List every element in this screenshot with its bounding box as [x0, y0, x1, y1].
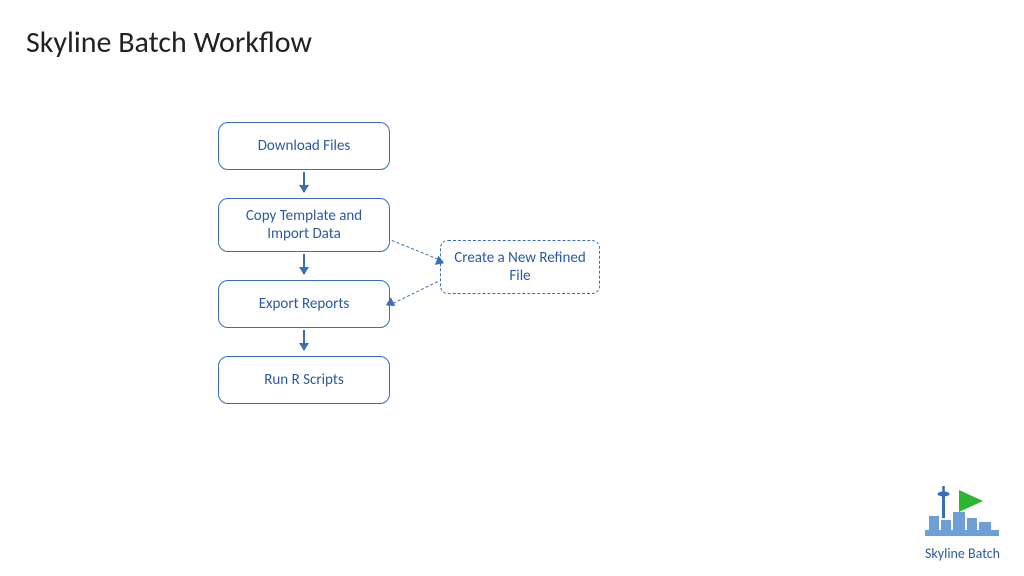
page-title: Skyline Batch Workflow — [26, 24, 312, 61]
box-run-r-scripts: Run R Scripts — [218, 356, 390, 404]
box-download-files: Download Files — [218, 122, 390, 170]
arrow-copy-to-export — [303, 254, 305, 274]
box-label: Create a New Refined File — [447, 249, 593, 285]
arrow-download-to-copy — [303, 172, 305, 192]
logo-label: Skyline Batch — [925, 545, 1000, 562]
box-label: Copy Template and Import Data — [225, 207, 383, 243]
logo: Skyline Batch — [925, 486, 1000, 562]
box-label: Download Files — [258, 137, 351, 155]
box-refined-file: Create a New Refined File — [440, 240, 600, 294]
box-copy-template: Copy Template and Import Data — [218, 198, 390, 252]
dashed-arrow-copy-to-refined — [392, 240, 443, 262]
box-label: Run R Scripts — [264, 371, 343, 389]
dashed-arrow-refined-to-export — [388, 281, 438, 306]
box-label: Export Reports — [259, 295, 350, 313]
box-export-reports: Export Reports — [218, 280, 390, 328]
skyline-batch-logo-icon — [925, 486, 999, 538]
arrow-export-to-run — [303, 330, 305, 350]
